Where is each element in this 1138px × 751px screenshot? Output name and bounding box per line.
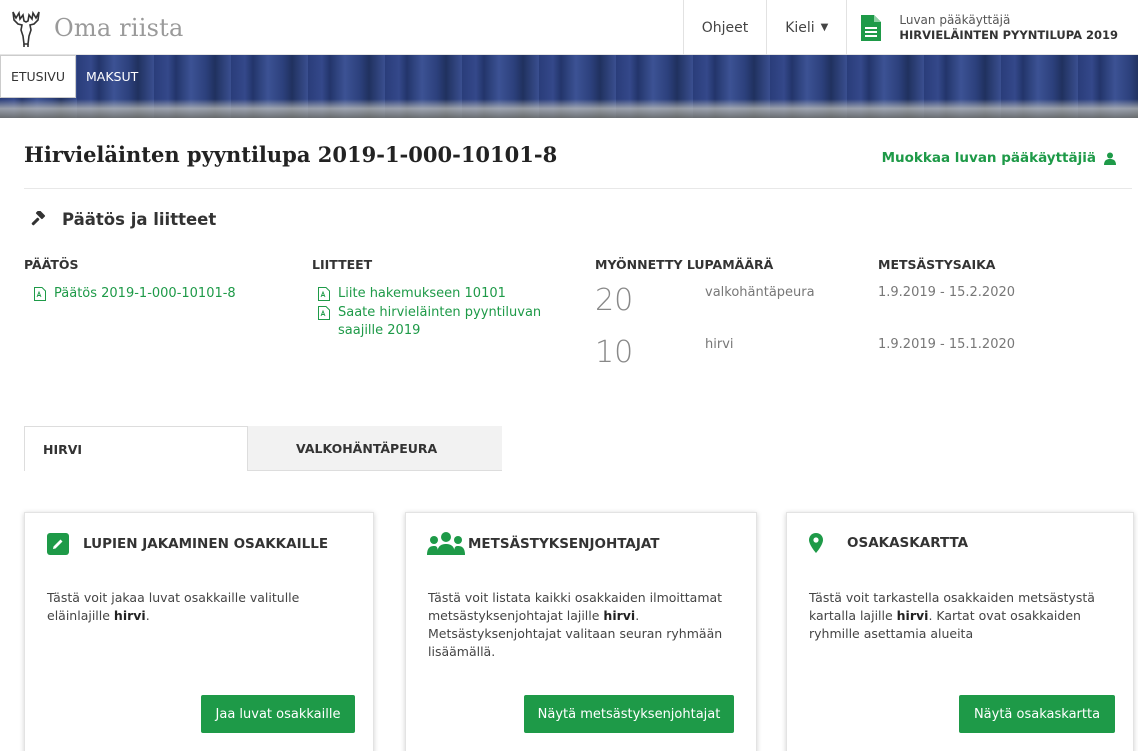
page-title: Hirvieläinten pyyntilupa 2019-1-000-1010… xyxy=(24,142,558,167)
share-permits-button[interactable]: Jaa luvat osakkaille xyxy=(201,695,355,733)
card-hunting-leaders: METSÄSTYKSENJOHTAJAT Tästä voit listata … xyxy=(405,512,757,751)
show-member-map-button[interactable]: Näytä osakaskartta xyxy=(959,695,1115,733)
pdf-icon xyxy=(318,306,330,320)
edit-admins-label: Muokkaa luvan pääkäyttäjiä xyxy=(881,150,1096,166)
card-header: LUPIEN JAKAMINEN OSAKKAILLE xyxy=(47,533,328,555)
pencil-icon xyxy=(47,533,69,555)
edit-admins-link[interactable]: Muokkaa luvan pääkäyttäjiä xyxy=(882,150,1116,166)
card-description: Tästä voit jakaa luvat osakkaille valitu… xyxy=(47,589,357,625)
species-name: hirvi xyxy=(113,608,146,623)
account-role: Luvan pääkäyttäjä xyxy=(899,12,1011,27)
card-member-map: OSAKASKARTTA Tästä voit tarkastella osak… xyxy=(786,512,1134,751)
species-name: hirvi xyxy=(603,608,636,623)
permit-species: hirvi xyxy=(705,337,734,352)
pdf-icon xyxy=(34,287,46,301)
help-label: Ohjeet xyxy=(701,19,749,36)
hero-banner: ETUSIVU MAKSUT xyxy=(0,55,1138,118)
tab-maksut[interactable]: MAKSUT xyxy=(76,55,148,98)
permit-amount: 10 xyxy=(595,335,634,370)
col-amount-heading: MYÖNNETTY LUPAMÄÄRÄ xyxy=(595,257,774,272)
caret-down-icon: ▼ xyxy=(820,22,829,33)
language-dropdown[interactable]: Kieli ▼ xyxy=(766,0,846,55)
card-text: . xyxy=(145,608,150,623)
card-header: METSÄSTYKSENJOHTAJAT xyxy=(426,531,660,557)
col-period-heading: METSÄSTYSAIKA xyxy=(878,257,996,272)
help-link[interactable]: Ohjeet xyxy=(682,0,767,55)
hunting-period: 1.9.2019 - 15.1.2020 xyxy=(878,337,1016,352)
section-title: Päätös ja liitteet xyxy=(30,210,216,229)
moose-logo-icon xyxy=(12,10,40,47)
account-name: HIRVIELÄINTEN PYYNTILUPA 2019 xyxy=(899,27,1118,42)
col-decision-heading: PÄÄTÖS xyxy=(24,257,79,272)
tab-hirvi[interactable]: HIRVI xyxy=(24,426,248,471)
attachment-label: Liite hakemukseen 10101 xyxy=(338,286,506,301)
account-menu[interactable]: Luvan pääkäyttäjä HIRVIELÄINTEN PYYNTILU… xyxy=(846,0,1138,55)
user-icon xyxy=(1104,152,1116,165)
card-text: Tästä voit jakaa luvat osakkaille valitu… xyxy=(47,590,300,623)
top-nav: Ohjeet Kieli ▼ Luvan pääkäyttäjä HIRVIEL… xyxy=(682,0,1138,55)
app-title: Oma riista xyxy=(54,13,184,42)
card-title: LUPIEN JAKAMINEN OSAKKAILLE xyxy=(83,536,329,552)
decision-link-label: Päätös 2019-1-000-10101-8 xyxy=(54,286,236,301)
attachment-link[interactable]: Saate hirvieläinten pyyntiluvan saajille… xyxy=(318,304,558,340)
card-description: Tästä voit tarkastella osakkaiden metsäs… xyxy=(809,589,1119,643)
decision-pdf-link[interactable]: Päätös 2019-1-000-10101-8 xyxy=(34,285,236,303)
brand[interactable]: Oma riista xyxy=(10,0,183,55)
card-share-permits: LUPIEN JAKAMINEN OSAKKAILLE Tästä voit j… xyxy=(24,512,374,751)
card-text: Tästä voit listata kaikki osakkaiden ilm… xyxy=(428,590,723,623)
show-hunting-leaders-button[interactable]: Näytä metsästyksenjohtajat xyxy=(524,695,734,733)
map-marker-icon xyxy=(809,533,823,553)
permit-species: valkohäntäpeura xyxy=(705,285,815,300)
card-description: Tästä voit listata kaikki osakkaiden ilm… xyxy=(428,589,738,661)
language-label: Kieli xyxy=(785,19,815,36)
col-attachments-heading: LIITTEET xyxy=(312,257,373,272)
attachment-link[interactable]: Liite hakemukseen 10101 xyxy=(318,285,506,303)
gavel-icon xyxy=(31,210,46,225)
pdf-icon xyxy=(318,287,330,301)
divider xyxy=(24,188,1132,189)
tab-etusivu[interactable]: ETUSIVU xyxy=(0,55,77,98)
tab-valkohantapeura[interactable]: VALKOHÄNTÄPEURA xyxy=(248,426,502,471)
users-icon xyxy=(427,532,465,555)
main-tabs: ETUSIVU MAKSUT xyxy=(0,55,148,98)
species-tabs: HIRVI VALKOHÄNTÄPEURA xyxy=(24,426,502,471)
card-title: OSAKASKARTTA xyxy=(847,535,969,551)
section-title-label: Päätös ja liitteet xyxy=(62,210,217,229)
card-title: METSÄSTYKSENJOHTAJAT xyxy=(468,536,660,552)
permit-amount: 20 xyxy=(595,283,634,318)
top-bar: Oma riista Ohjeet Kieli ▼ Luvan pääkäytt… xyxy=(0,0,1138,55)
document-icon xyxy=(861,14,882,41)
hunting-period: 1.9.2019 - 15.2.2020 xyxy=(878,285,1016,300)
card-header: OSAKASKARTTA xyxy=(809,533,968,553)
species-name: hirvi xyxy=(896,608,929,623)
attachment-label: Saate hirvieläinten pyyntiluvan saajille… xyxy=(338,305,542,338)
